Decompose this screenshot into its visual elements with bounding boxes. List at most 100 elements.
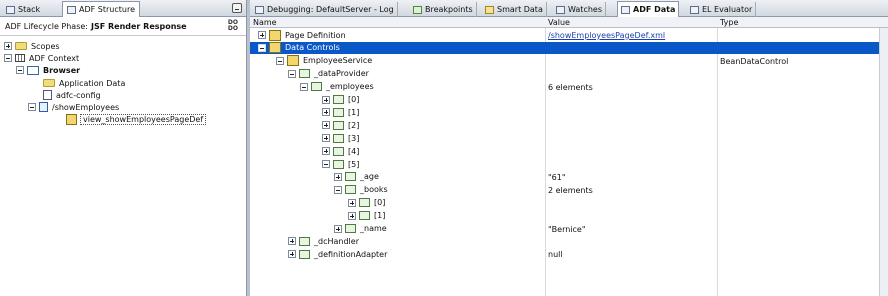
expand-icon[interactable] (322, 134, 330, 143)
collapse-icon[interactable] (16, 66, 24, 74)
tab-breakpoints-label: Breakpoints (425, 5, 473, 14)
tab-watches[interactable]: Watches (553, 2, 606, 17)
tab-log-label: Debugging: DefaultServer - Log (267, 5, 394, 14)
definition-icon (287, 55, 299, 67)
table-row[interactable]: _dataProvider (250, 68, 888, 80)
expand-icon[interactable] (258, 31, 266, 39)
collapse-icon[interactable] (300, 82, 308, 91)
lifecycle-icon[interactable]: DO DO (228, 20, 238, 32)
row-name-cell: [4] (322, 145, 359, 157)
table-row[interactable]: _age "61" (250, 171, 888, 183)
row-name: [2] (348, 120, 360, 130)
table-row[interactable]: _books 2 elements (250, 184, 888, 196)
table-row[interactable]: [4] (250, 145, 888, 157)
table-row[interactable]: [1] (250, 106, 888, 118)
row-value: "Bernice" (548, 224, 586, 234)
tree-label: view_showEmployeesPageDef (80, 113, 207, 125)
row-name: _dataProvider (314, 69, 369, 79)
column-value-header[interactable]: Value (548, 18, 570, 27)
row-value: 6 elements (548, 82, 593, 92)
field-icon (333, 95, 344, 104)
row-name: [1] (374, 211, 386, 221)
table-row[interactable]: [0] (250, 197, 888, 209)
tree-node-adfc-config[interactable]: adfc-config (40, 89, 101, 101)
el-evaluator-icon (690, 5, 699, 14)
expand-icon[interactable] (334, 172, 342, 181)
expand-icon[interactable] (322, 121, 330, 130)
collapse-icon[interactable] (258, 43, 266, 52)
definition-icon (269, 29, 281, 41)
stack-icon (6, 5, 15, 14)
table-row[interactable]: [3] (250, 132, 888, 144)
field-icon (299, 69, 310, 79)
tab-stack[interactable]: Stack (2, 2, 44, 17)
collapse-icon[interactable] (4, 54, 12, 62)
tree-node-view-pagedef[interactable]: view_showEmployeesPageDef (66, 113, 207, 125)
tree-node-show-employees[interactable]: /showEmployees (28, 101, 119, 113)
tree-node-application-data[interactable]: Application Data (40, 77, 125, 89)
tab-adf-structure-label: ADF Structure (79, 5, 135, 14)
tab-log[interactable]: Debugging: DefaultServer - Log (252, 2, 398, 17)
expand-icon[interactable] (288, 250, 296, 259)
column-type-header[interactable]: Type (720, 18, 738, 27)
expand-icon[interactable] (334, 224, 342, 233)
page-icon (39, 102, 48, 112)
tree-node-browser[interactable]: Browser (16, 64, 80, 76)
phase-value: JSF Render Response (91, 21, 187, 31)
collapse-icon[interactable] (334, 185, 342, 194)
definition-icon (269, 42, 281, 54)
field-icon (359, 211, 370, 221)
table-row[interactable]: _employees 6 elements (250, 81, 888, 93)
tab-el-evaluator[interactable]: EL Evaluator (687, 2, 757, 17)
row-name-cell: _dcHandler (288, 235, 359, 247)
table-row[interactable]: [0] (250, 94, 888, 106)
table-row[interactable]: [5] (250, 158, 888, 170)
row-name-cell: [0] (322, 94, 359, 106)
expand-icon[interactable] (322, 147, 330, 156)
row-name-cell: _books (334, 184, 388, 196)
expand-icon[interactable] (322, 95, 330, 104)
minimize-button[interactable] (232, 3, 242, 13)
tree-label: Browser (43, 65, 81, 75)
row-name-cell: [0] (348, 197, 385, 209)
tree-node-adf-context[interactable]: ADF Context (4, 52, 79, 64)
table-row[interactable]: _dcHandler (250, 235, 888, 247)
context-icon (15, 54, 25, 62)
table-header: Name Value Type (250, 17, 888, 28)
row-name-cell: [5] (322, 158, 359, 170)
tab-adf-structure[interactable]: ADF Structure (62, 1, 140, 17)
row-name-cell: [1] (322, 106, 359, 118)
column-name-header[interactable]: Name (253, 18, 277, 27)
pagedef-link[interactable]: /showEmployeesPageDef.xml (548, 31, 665, 40)
table-row[interactable]: _name "Bernice" (250, 223, 888, 235)
table-row[interactable]: [2] (250, 119, 888, 131)
table-row[interactable]: EmployeeService BeanDataControl (250, 55, 888, 67)
tree-label: /showEmployees (52, 102, 120, 112)
expand-icon[interactable] (322, 108, 330, 117)
table-row[interactable]: [1] (250, 210, 888, 222)
row-name-cell: [3] (322, 132, 359, 144)
collapse-icon[interactable] (322, 160, 330, 168)
vertical-scrollbar[interactable] (879, 28, 888, 296)
tree-node-scopes[interactable]: Scopes (4, 40, 60, 52)
table-row[interactable]: _definitionAdapter null (250, 248, 888, 260)
pagedef-icon (66, 113, 77, 125)
adf-data-icon (621, 5, 630, 14)
expand-icon[interactable] (348, 198, 356, 207)
table-row[interactable]: Data Controls (250, 41, 888, 54)
table-row[interactable]: Page Definition/showEmployeesPageDef.xml (250, 29, 888, 41)
expand-icon[interactable] (348, 211, 356, 220)
tab-breakpoints[interactable]: Breakpoints (410, 2, 477, 17)
expand-icon[interactable] (288, 237, 296, 246)
tab-adf-data[interactable]: ADF Data (617, 1, 680, 17)
expand-icon[interactable] (4, 42, 12, 50)
tab-smart-data-label: Smart Data (497, 5, 543, 14)
field-icon (345, 172, 356, 182)
tab-smart-data[interactable]: Smart Data (482, 2, 547, 17)
row-value: "61" (548, 172, 566, 182)
collapse-icon[interactable] (28, 103, 36, 111)
row-name-cell: EmployeeService (276, 55, 372, 67)
collapse-icon[interactable] (288, 69, 296, 78)
collapse-icon[interactable] (276, 56, 284, 65)
tab-adf-data-label: ADF Data (633, 5, 676, 14)
